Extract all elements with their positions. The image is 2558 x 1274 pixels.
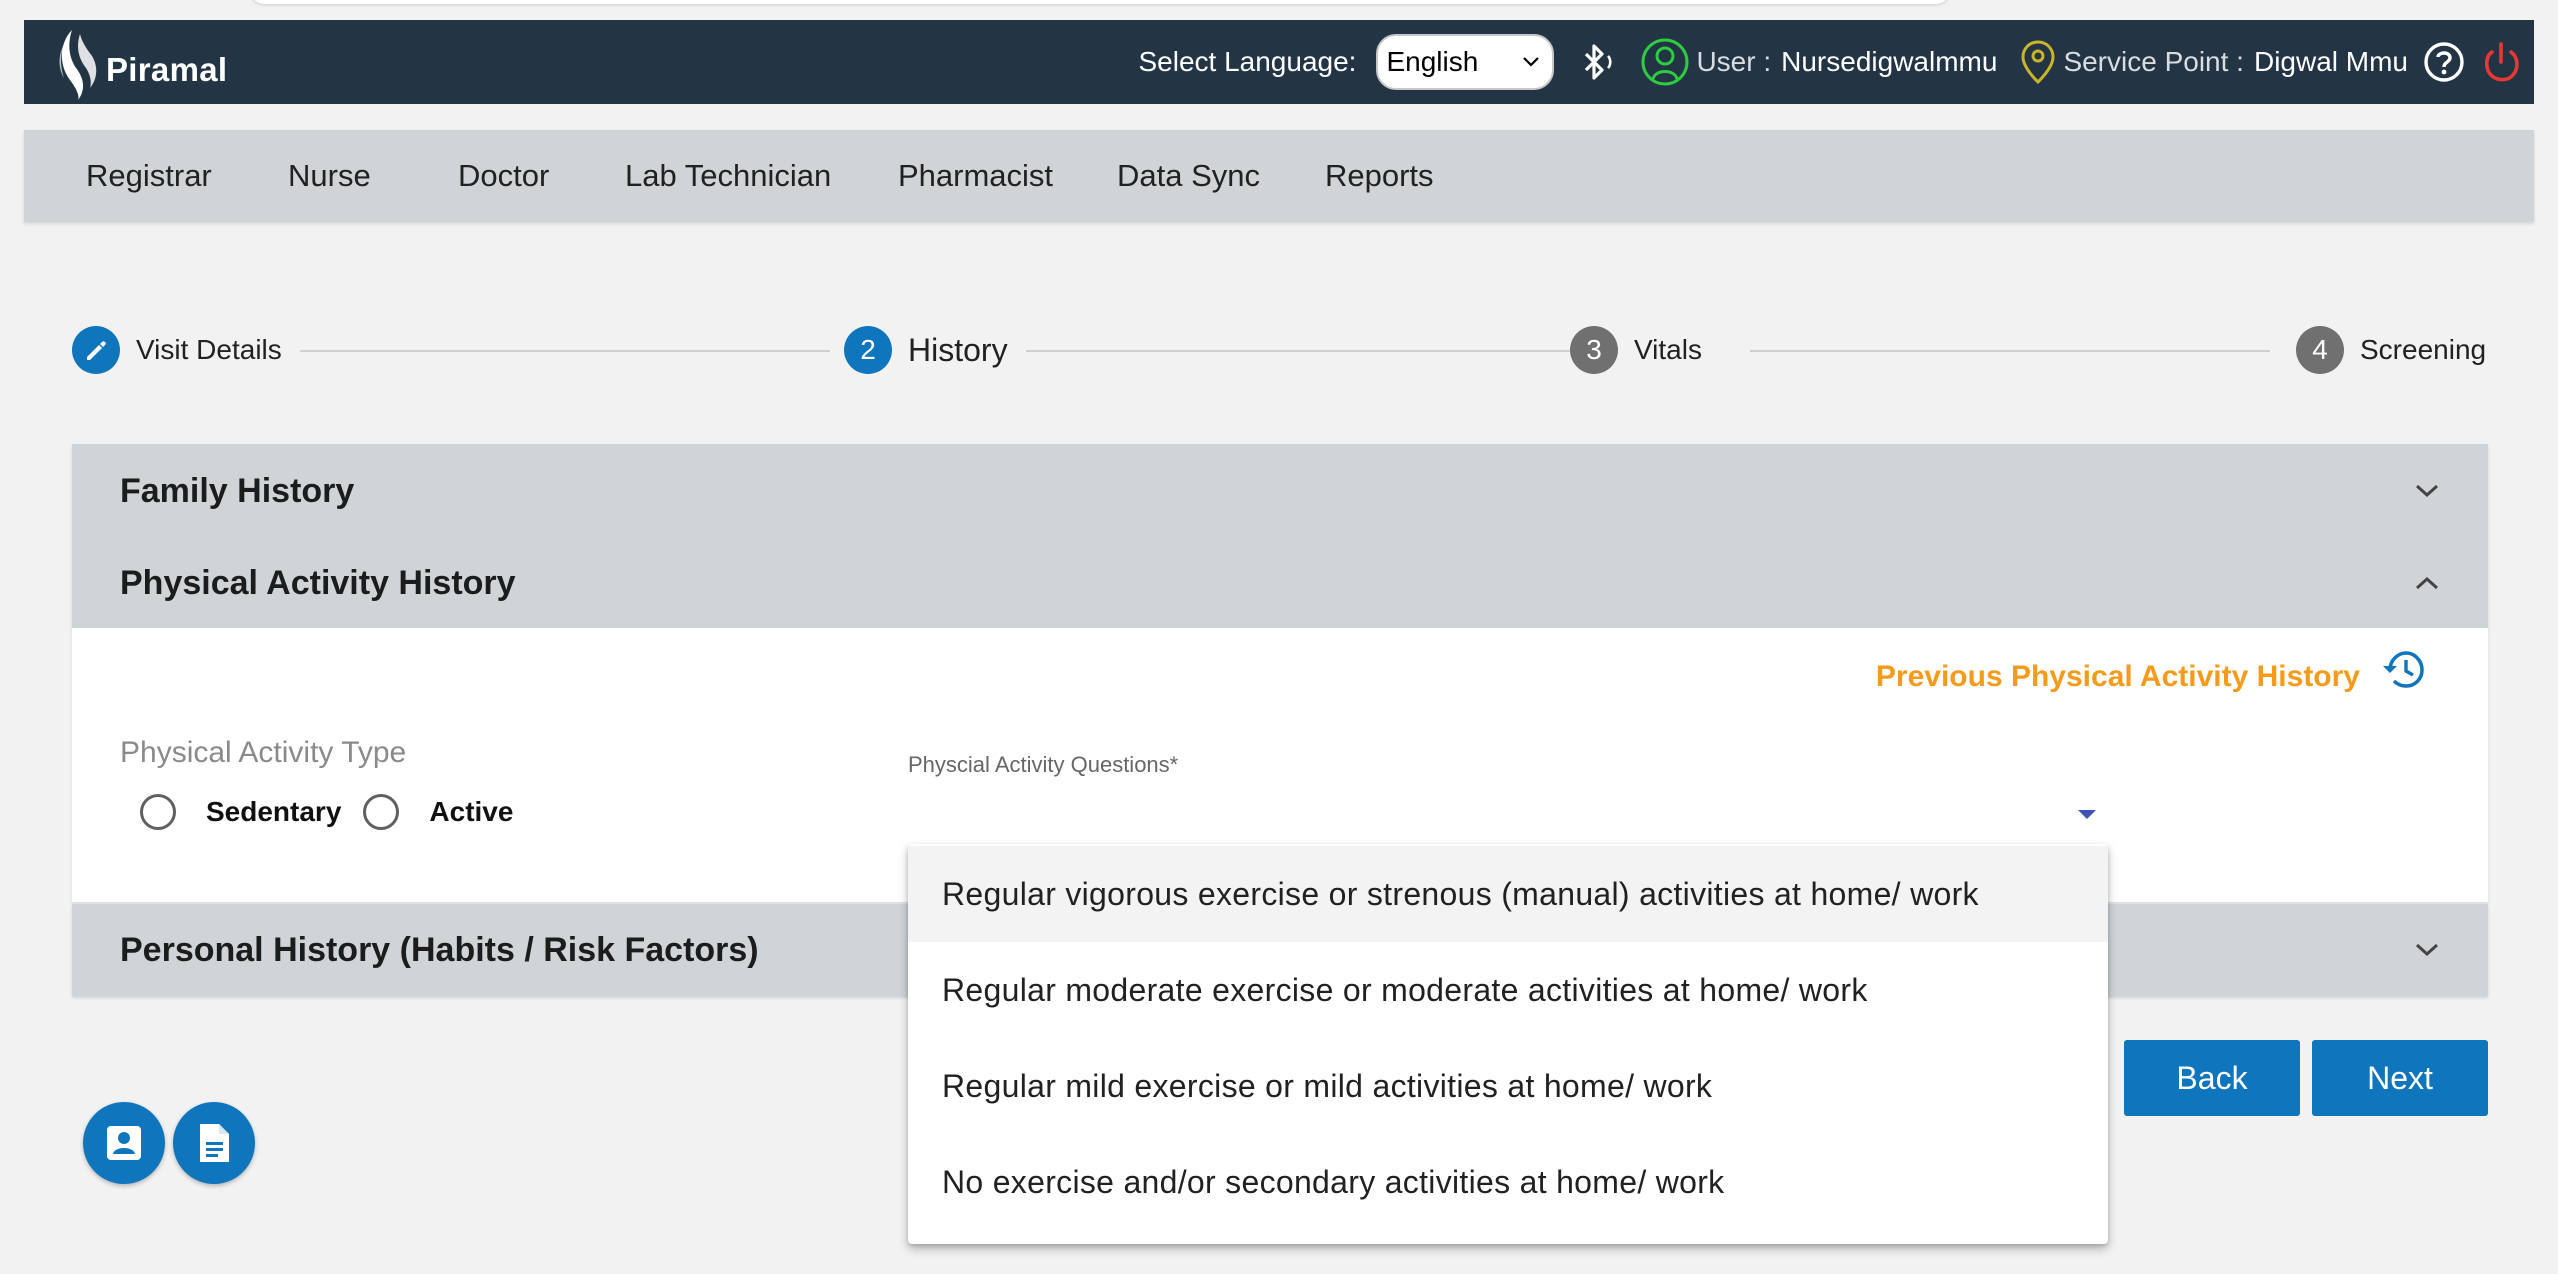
step-number: 2 [844, 326, 892, 374]
user-label: User : [1696, 46, 1772, 77]
radio-label: Active [429, 796, 514, 827]
nav-pharmacist[interactable]: Pharmacist [898, 130, 1053, 222]
bluetooth-icon[interactable] [1576, 40, 1620, 84]
step-history[interactable]: 2 History [844, 326, 1008, 374]
document-button[interactable] [173, 1102, 255, 1184]
document-icon [200, 1124, 229, 1162]
next-button[interactable]: Next [2312, 1040, 2488, 1116]
brand-logo[interactable]: Piramal [50, 24, 227, 102]
step-label: Visit Details [136, 334, 282, 365]
panel-title: Family History [120, 471, 355, 510]
activity-type-radio-group: Sedentary Active [140, 794, 513, 830]
dropdown-option[interactable]: Regular mild exercise or mild activities… [908, 1038, 2108, 1134]
nav-reports[interactable]: Reports [1325, 130, 1434, 222]
chevron-down-icon [2414, 483, 2440, 499]
nav-data-sync[interactable]: Data Sync [1117, 130, 1260, 222]
radio-sedentary[interactable] [140, 794, 176, 830]
browser-top-strip [0, 0, 2558, 20]
stepper-connector [1026, 350, 1606, 352]
step-edit-badge [72, 326, 120, 374]
user-name: Nursedigwalmmu [1781, 46, 1998, 77]
dropdown-option[interactable]: Regular moderate exercise or moderate ac… [908, 942, 2108, 1038]
power-icon[interactable] [2480, 40, 2522, 84]
dropdown-option[interactable]: Regular vigorous exercise or strenous (m… [908, 846, 2108, 942]
nav-lab-technician[interactable]: Lab Technician [625, 130, 831, 222]
panel-physical-activity-history[interactable]: Physical Activity History [72, 538, 2488, 628]
stepper: Visit Details 2 History 3 Vitals 4 Scree… [70, 320, 2490, 380]
language-label: Select Language: [1138, 46, 1357, 77]
step-number: 4 [2296, 326, 2344, 374]
top-pill [250, 0, 1950, 4]
chevron-up-icon [2414, 575, 2440, 591]
step-label: Vitals [1634, 334, 1702, 365]
pencil-icon [87, 341, 106, 360]
language-value: English [1386, 46, 1479, 77]
nav-nurse[interactable]: Nurse [288, 130, 371, 222]
user-icon [1640, 37, 1690, 87]
panel-family-history[interactable]: Family History [72, 444, 2488, 538]
piramal-logo-icon [59, 30, 97, 100]
header-right: Select Language: English User : Nursedig… [1138, 20, 2534, 104]
brand-name: Piramal [106, 51, 228, 88]
step-label: History [908, 331, 1008, 368]
beneficiary-card-icon [107, 1126, 141, 1160]
panel-title: Personal History (Habits / Risk Factors) [120, 930, 759, 969]
step-label: Screening [2360, 334, 2487, 365]
step-vitals[interactable]: 3 Vitals [1570, 326, 1702, 374]
chevron-down-icon [2414, 942, 2440, 958]
physical-activity-type-label: Physical Activity Type [120, 736, 407, 769]
service-point-name: Digwal Mmu [2253, 46, 2408, 77]
nav-doctor[interactable]: Doctor [458, 130, 549, 222]
dropdown-arrow-icon [2078, 810, 2096, 819]
role-nav: Registrar Nurse Doctor Lab Technician Ph… [24, 130, 2534, 222]
radio-label: Sedentary [206, 796, 342, 827]
location-pin-icon [2019, 38, 2057, 86]
language-select[interactable]: English [1376, 34, 1555, 90]
previous-physical-activity-link[interactable]: Previous Physical Activity History [1876, 660, 2360, 694]
nav-registrar[interactable]: Registrar [86, 130, 212, 222]
service-point-label: Service Point : [2063, 46, 2244, 77]
app-header: Piramal Select Language: English User : … [24, 20, 2534, 104]
step-visit-details[interactable]: Visit Details [72, 326, 282, 374]
panel-title: Physical Activity History [120, 563, 516, 602]
beneficiary-card-button[interactable] [83, 1102, 165, 1184]
help-icon[interactable] [2422, 40, 2466, 84]
chevron-down-icon [1523, 57, 1540, 67]
questions-dropdown-panel: Regular vigorous exercise or strenous (m… [908, 844, 2108, 1244]
step-number: 3 [1570, 326, 1618, 374]
radio-active[interactable] [363, 794, 400, 830]
back-button[interactable]: Back [2124, 1040, 2300, 1116]
dropdown-option[interactable]: No exercise and/or secondary activities … [908, 1134, 2108, 1230]
step-screening[interactable]: 4 Screening [2296, 326, 2486, 374]
stepper-connector [300, 350, 830, 352]
stepper-connector [1750, 350, 2270, 352]
questions-label: Physcial Activity Questions* [908, 752, 1179, 777]
history-icon[interactable] [2380, 646, 2426, 697]
